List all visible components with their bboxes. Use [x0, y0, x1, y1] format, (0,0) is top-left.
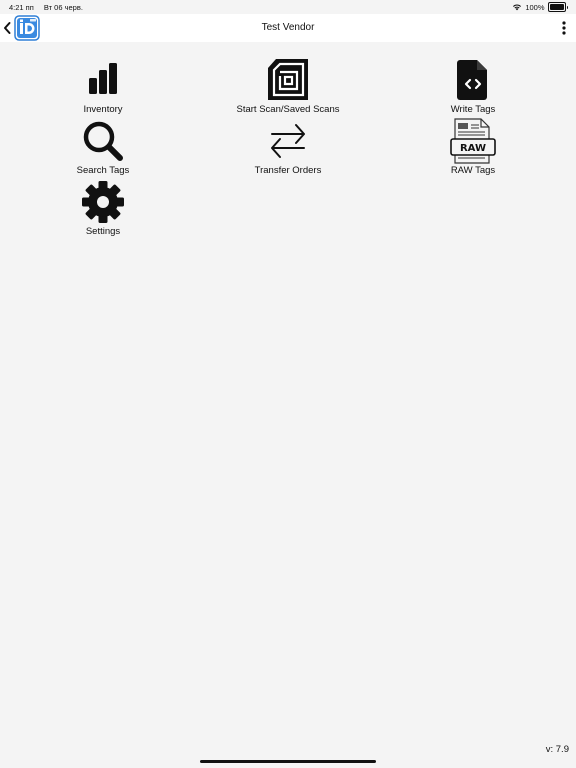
search-tags-button[interactable]: Search Tags: [28, 117, 178, 177]
status-right: 100%: [512, 2, 568, 12]
raw-file-icon: RAW: [450, 118, 496, 164]
battery-icon: [547, 2, 566, 12]
wifi-icon: [513, 4, 522, 11]
write-tags-label: Write Tags: [450, 104, 496, 115]
search-tags-label: Search Tags: [76, 165, 130, 176]
battery-tip: [566, 5, 568, 9]
search-icon: [83, 121, 123, 161]
home-indicator[interactable]: [200, 760, 376, 763]
version-label: v: 7.9: [545, 744, 569, 755]
transfer-arrows-icon: [271, 124, 305, 158]
battery-percent: 100%: [525, 2, 545, 12]
transfer-orders-label: Transfer Orders: [254, 165, 322, 176]
code-file-icon: [457, 60, 487, 100]
status-date: Вт 06 черв.: [43, 3, 83, 12]
gear-icon: [82, 181, 124, 223]
raw-badge-text: RAW: [460, 143, 486, 154]
raw-tags-label: RAW Tags: [450, 165, 496, 176]
bar-chart-icon: [89, 63, 117, 94]
transfer-orders-button[interactable]: Transfer Orders: [213, 117, 363, 177]
write-tags-button[interactable]: Write Tags: [398, 56, 548, 116]
page-title: Test Vendor: [261, 22, 315, 33]
start-scan-button[interactable]: Start Scan/Saved Scans: [213, 56, 363, 116]
start-scan-label: Start Scan/Saved Scans: [236, 104, 340, 115]
inventory-label: Inventory: [83, 104, 123, 115]
status-time: 4:21 пп: [9, 3, 34, 12]
settings-button[interactable]: Settings: [28, 178, 178, 238]
inventory-button[interactable]: Inventory: [28, 56, 178, 116]
nav-bar: Test Vendor: [0, 14, 576, 42]
status-bar: 4:21 пп Вт 06 черв. 100%: [0, 0, 576, 14]
more-vertical-icon[interactable]: [560, 20, 568, 36]
status-left: 4:21 пп Вт 06 черв.: [9, 3, 83, 12]
battery-level: [549, 4, 564, 10]
settings-label: Settings: [85, 226, 121, 237]
rfid-tag-icon: [268, 59, 308, 100]
raw-tags-button[interactable]: RAW RAW Tags: [398, 117, 548, 177]
